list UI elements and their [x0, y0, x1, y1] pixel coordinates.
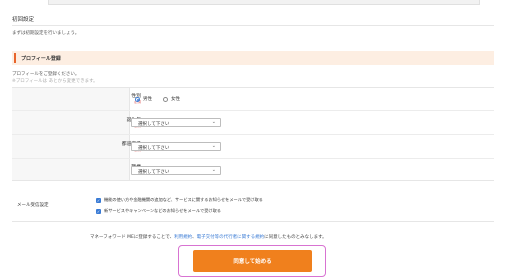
gender-option-male: 男性: [143, 97, 152, 102]
radio-unselected-icon: [163, 96, 168, 102]
email-settings-label: メール受信設定: [17, 203, 49, 208]
prefecture-select[interactable]: 選択して下さい ⌄: [131, 142, 221, 151]
intro-text: まずは初期設定を行いましょう。: [12, 31, 80, 36]
profile-section-header: プロフィール登録: [12, 51, 494, 65]
section-accent-bar: [14, 53, 16, 63]
title-divider: [12, 25, 494, 26]
agreement-suffix: に同意したものとみなします。: [264, 235, 327, 240]
email-option-campaign[interactable]: ✓ 新サービスやキャンペーンなどのお知らせをメールで受け取る: [96, 208, 221, 214]
page-title: 初回設定: [12, 17, 35, 23]
radio-selected-icon: [135, 96, 140, 102]
chevron-down-icon: ⌄: [211, 167, 216, 173]
agreement-text: マネーフォワード MEに登録することで、利用規約、電子交付等の代行者に関する規約…: [90, 234, 327, 240]
birth-year-select[interactable]: 選択して下さい ⌄: [131, 118, 221, 127]
email-option-campaign-text: 新サービスやキャンペーンなどのお知らせをメールで受け取る: [104, 208, 221, 213]
privacy-link[interactable]: 電子交付等の代行者に関する規約: [197, 235, 265, 240]
terms-link[interactable]: 利用規約: [174, 235, 192, 240]
checkbox-checked-icon: ✓: [96, 197, 101, 203]
row-divider: [12, 110, 494, 111]
checkbox-checked-icon: ✓: [96, 208, 101, 214]
section-heading: プロフィール登録: [21, 56, 61, 62]
row-divider: [12, 134, 494, 135]
email-option-service-text: 機能の使い方や金融機関の追加など、サービスに関するお知らせをメールで受け取る: [104, 197, 263, 202]
row-divider: [12, 158, 494, 159]
agreement-prefix: マネーフォワード MEに登録することで、: [90, 235, 175, 240]
gender-radio-female[interactable]: 女性: [163, 96, 180, 102]
occupation-select[interactable]: 選択して下さい ⌄: [131, 166, 221, 175]
chevron-down-icon: ⌄: [211, 143, 216, 149]
chevron-down-icon: ⌄: [211, 119, 216, 125]
profile-form-table: [12, 87, 494, 181]
gender-option-female: 女性: [171, 97, 180, 102]
top-card-edge: [48, 0, 480, 5]
email-divider: [12, 221, 494, 222]
profile-note: プロフィールをご登録ください。: [12, 72, 80, 77]
prefecture-value: 選択して下さい: [138, 145, 170, 151]
email-option-service[interactable]: ✓ 機能の使い方や金融機関の追加など、サービスに関するお知らせをメールで受け取る: [96, 197, 263, 203]
gender-radio-male[interactable]: 男性: [135, 96, 152, 102]
profile-note-sub: ※プロフィールは あとから変更できます。: [12, 79, 98, 84]
birth-year-value: 選択して下さい: [138, 121, 170, 127]
agree-and-start-button[interactable]: 同意して始める: [193, 250, 312, 272]
occupation-value: 選択して下さい: [138, 169, 170, 175]
